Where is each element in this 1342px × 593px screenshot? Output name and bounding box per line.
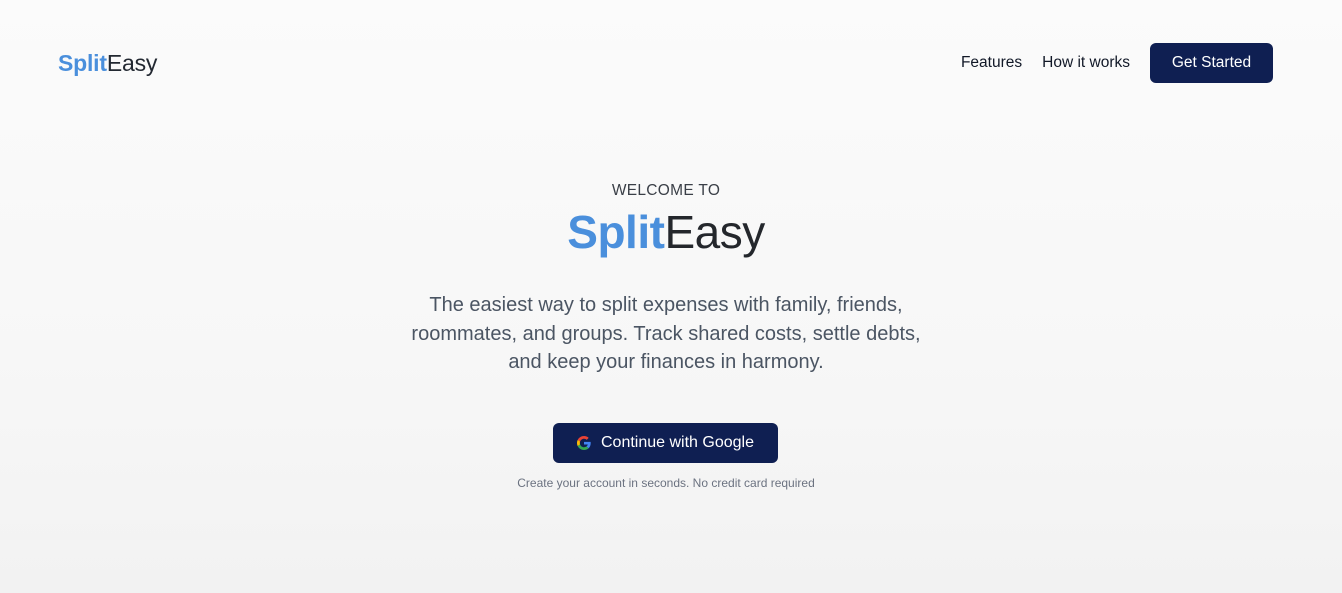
hero-tagline: The easiest way to split expenses with f… [411,294,921,373]
hero-title: SplitEasy [0,201,1332,263]
nav-link-how-it-works[interactable]: How it works [1042,54,1130,72]
site-header: SplitEasy Features How it works Get Star… [0,0,1342,126]
main-nav: Features How it works Get Started [961,43,1273,83]
continue-with-google-button[interactable]: Continue with Google [553,423,778,463]
hero-title-easy: Easy [664,206,765,258]
get-started-button[interactable]: Get Started [1150,43,1273,83]
logo[interactable]: SplitEasy [58,48,157,78]
nav-link-features[interactable]: Features [961,54,1022,72]
logo-split: Split [58,50,107,76]
google-button-label: Continue with Google [601,434,754,451]
welcome-eyebrow: WELCOME TO [611,182,721,199]
logo-easy: Easy [106,50,158,76]
signup-note: Create your account in seconds. No credi… [517,476,815,490]
google-icon [577,436,591,450]
hero-title-split: Split [567,206,665,258]
